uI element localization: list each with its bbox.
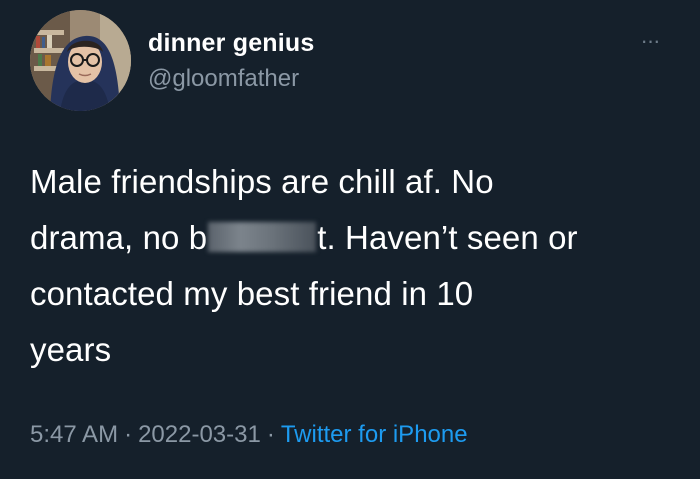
display-name[interactable]: dinner genius <box>148 28 315 58</box>
tweet-line: Male friendships are chill af. No <box>30 163 494 200</box>
tweet-metadata: 5:47 AM · 2022-03-31 · Twitter for iPhone <box>30 418 468 452</box>
tweet-text-fragment: t. Haven’t seen or <box>317 219 578 256</box>
user-handle[interactable]: @gloomfather <box>148 64 299 94</box>
avatar[interactable] <box>30 10 131 111</box>
more-icon: ··· <box>640 28 661 53</box>
more-options-button[interactable]: ··· <box>628 26 672 56</box>
tweet-line: contacted my best friend in 10 <box>30 275 474 312</box>
tweet-text-fragment: drama, no b <box>30 219 208 256</box>
separator: · <box>124 421 133 448</box>
avatar-image <box>30 10 131 111</box>
tweet-date[interactable]: 2022-03-31 <box>138 421 261 448</box>
censor-blur <box>208 222 317 252</box>
tweet-line: years <box>30 331 112 368</box>
tweet-time[interactable]: 5:47 AM <box>30 421 118 448</box>
tweet-line: drama, no b t. Haven’t seen or <box>30 210 670 266</box>
tweet-card: dinner genius @gloomfather ··· Male frie… <box>0 0 700 479</box>
tweet-text: Male friendships are chill af. No drama,… <box>30 154 670 378</box>
tweet-source-link[interactable]: Twitter for iPhone <box>281 421 468 448</box>
separator: · <box>266 421 275 448</box>
